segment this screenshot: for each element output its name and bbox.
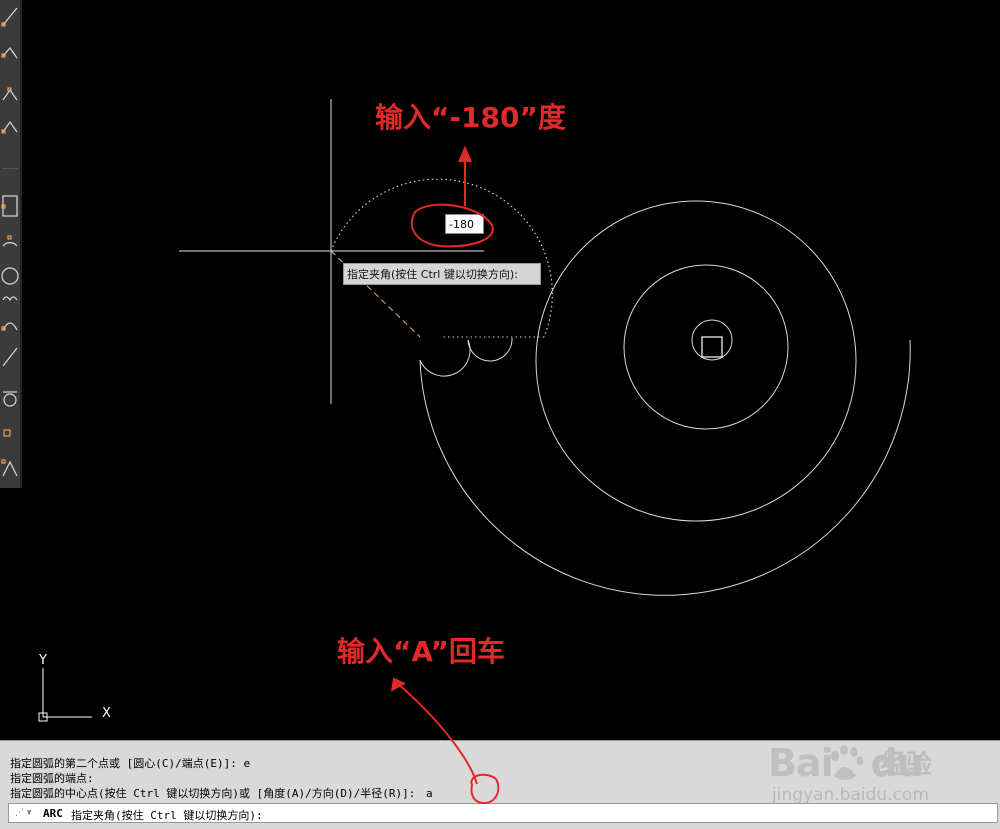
draw-toolbar	[0, 0, 22, 488]
history-line: 指定圆弧的端点:	[10, 772, 94, 785]
typed-option: a	[425, 787, 433, 800]
dynamic-input-tooltip: 指定夹角(按住 Ctrl 键以切换方向):	[343, 263, 541, 285]
spline-tool-icon	[1, 322, 18, 331]
ucs-x-label: X	[102, 706, 111, 721]
circle-tool-icon	[1, 267, 19, 285]
command-prompt: 指定夹角(按住 Ctrl 键以切换方向):	[71, 809, 263, 822]
command-line-input[interactable]: ⋰ ▾ ARC 指定夹角(按住 Ctrl 键以切换方向):	[8, 803, 998, 823]
insert-block-icon	[3, 429, 11, 437]
line-tool-icon	[1, 7, 18, 27]
point-tool-icon	[1, 459, 18, 477]
ellipse-arc-icon	[3, 391, 17, 407]
revcloud-tool-icon	[2, 296, 18, 302]
history-prompt: 指定圆弧的中心点(按住 Ctrl 键以切换方向)或 [角度(A)/方向(D)/半…	[10, 787, 416, 800]
spiral-ring-3	[535, 200, 857, 522]
spiral-ring-2	[623, 264, 789, 430]
drawing-canvas[interactable]: Y X 输入“-180”度 输入“A”回车	[22, 0, 1000, 740]
spiral-arc-1	[691, 319, 733, 361]
small-connector-arc	[419, 339, 471, 377]
toolbar-icons	[1, 7, 19, 477]
command-grip-icon[interactable]: ⋰ ▾	[15, 807, 35, 819]
center-grip-square	[701, 336, 723, 358]
polygon-tool-icon	[1, 120, 18, 134]
construction-line-icon	[2, 87, 18, 101]
polyline-tool-icon	[1, 47, 18, 59]
small-connector-arc-2	[467, 337, 513, 362]
toolbar-separator	[2, 168, 18, 169]
ucs-y-label: Y	[38, 653, 47, 668]
annotation-top: 输入“-180”度	[375, 101, 566, 134]
history-line: 指定圆弧的第二个点或 [圆心(C)/端点(E)]: e	[10, 757, 251, 770]
arc-tool-icon	[2, 235, 18, 247]
active-command-name: ARC	[43, 807, 63, 820]
ellipse-tool-icon	[2, 347, 18, 367]
spiral-outer-arc	[419, 339, 911, 596]
preview-arc	[330, 178, 553, 338]
dynamic-angle-input[interactable]: -180	[445, 214, 484, 234]
history-line: 指定圆弧的中心点(按住 Ctrl 键以切换方向)或 [角度(A)/方向(D)/半…	[10, 785, 433, 801]
annotation-bottom: 输入“A”回车	[337, 635, 505, 668]
watermark-url: jingyan.baidu.com	[772, 785, 929, 805]
rectangle-tool-icon	[1, 195, 18, 217]
watermark-cn: 经验	[880, 750, 933, 780]
baidu-paw-icon	[831, 745, 864, 780]
ucs-icon	[38, 668, 92, 722]
